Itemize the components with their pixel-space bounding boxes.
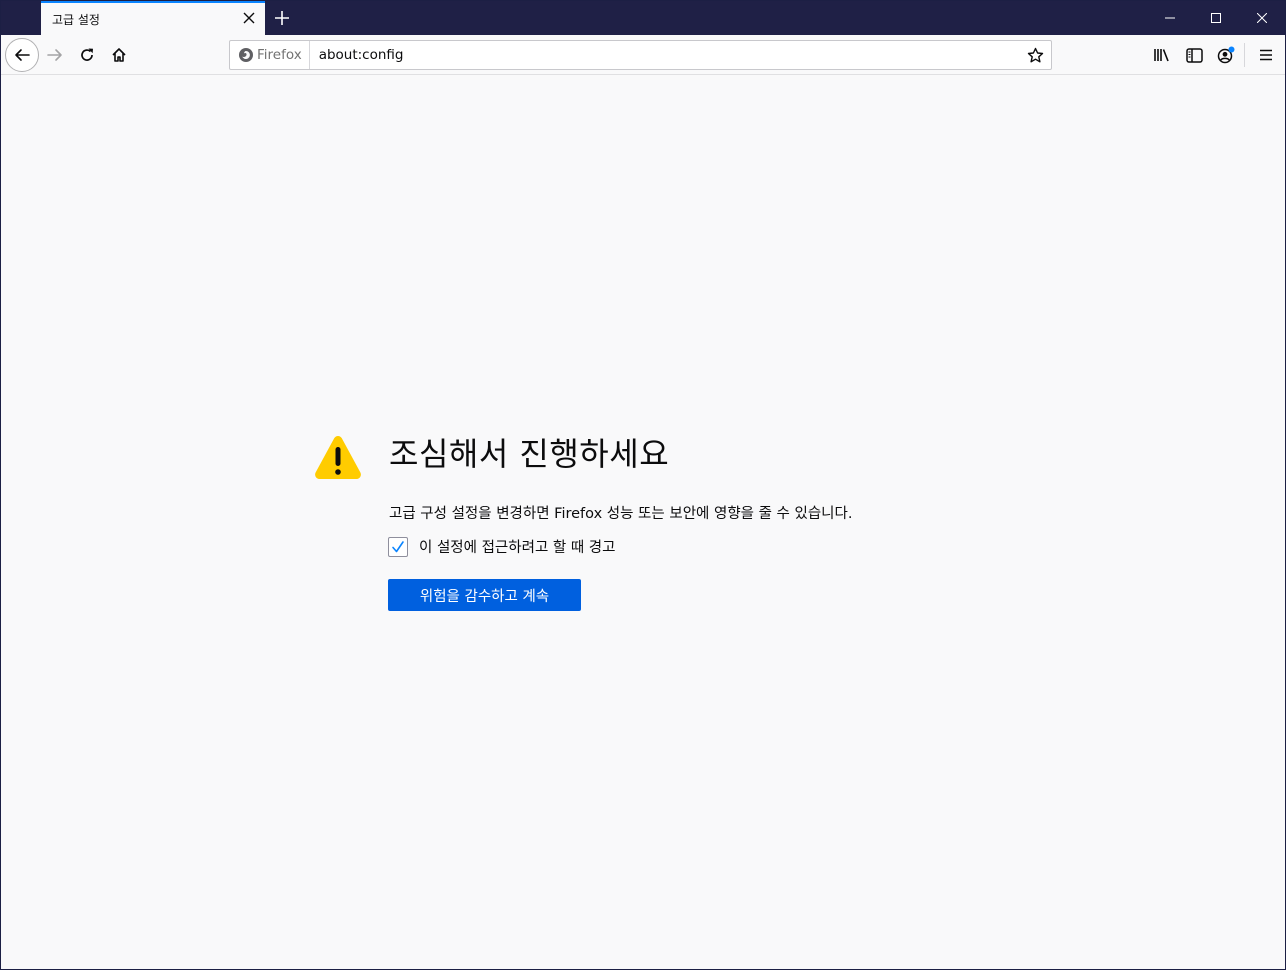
hamburger-menu-icon (1260, 49, 1272, 61)
star-icon (1027, 47, 1043, 62)
tab-advanced-settings[interactable]: 고급 설정 (41, 1, 265, 35)
bookmark-star-button[interactable] (1021, 41, 1049, 69)
home-icon (112, 48, 126, 62)
close-tab-icon[interactable] (241, 10, 257, 26)
navigation-toolbar: Firefox about:config (1, 35, 1285, 75)
forward-arrow-icon (47, 49, 62, 61)
maximize-icon (1211, 13, 1221, 23)
reload-button[interactable] (71, 39, 103, 71)
show-warning-checkbox-row[interactable]: 이 설정에 접근하려고 할 때 경고 (388, 536, 615, 557)
maximize-button[interactable] (1193, 1, 1239, 35)
home-button[interactable] (103, 39, 135, 71)
show-warning-checkbox[interactable] (388, 536, 408, 557)
minimize-icon (1165, 17, 1175, 19)
identity-label: Firefox (257, 47, 302, 63)
back-button[interactable] (5, 38, 39, 72)
url-input[interactable]: about:config (319, 47, 1021, 63)
identity-box[interactable]: Firefox (230, 41, 310, 69)
minimize-button[interactable] (1147, 1, 1193, 35)
notification-dot (1228, 46, 1235, 53)
tab-bar: 고급 설정 (1, 1, 1285, 35)
warning-icon (315, 436, 361, 479)
page-content: 조심해서 진행하세요 고급 구성 설정을 변경하면 Firefox 성능 또는 … (1, 76, 1285, 969)
library-icon (1154, 49, 1169, 62)
account-icon (1217, 46, 1235, 64)
close-icon (1257, 13, 1267, 23)
browser-window: 고급 설정 Firefox about:config 조심해서 진행하세요 고급… (0, 0, 1286, 970)
sidebar-button[interactable] (1178, 39, 1210, 71)
warning-description: 고급 구성 설정을 변경하면 Firefox 성능 또는 보안에 영향을 줄 수… (389, 506, 853, 522)
new-tab-button[interactable] (269, 6, 295, 30)
library-button[interactable] (1146, 39, 1178, 71)
checkmark-icon (392, 540, 404, 552)
page-title: 조심해서 진행하세요 (389, 435, 670, 473)
plus-icon (275, 11, 289, 25)
forward-button[interactable] (39, 39, 71, 71)
accept-risk-button[interactable]: 위험을 감수하고 계속 (388, 579, 581, 611)
tab-title: 고급 설정 (52, 13, 100, 27)
checkbox-label: 이 설정에 접근하려고 할 때 경고 (419, 540, 616, 556)
account-button[interactable] (1210, 39, 1242, 71)
reload-icon (81, 48, 93, 61)
toolbar-separator (1244, 43, 1245, 67)
back-arrow-icon (15, 49, 30, 61)
firefox-logo-icon (239, 48, 253, 62)
url-bar[interactable]: Firefox about:config (229, 40, 1052, 70)
close-window-button[interactable] (1239, 1, 1285, 35)
menu-button[interactable] (1250, 39, 1282, 71)
sidebar-icon (1185, 47, 1203, 63)
